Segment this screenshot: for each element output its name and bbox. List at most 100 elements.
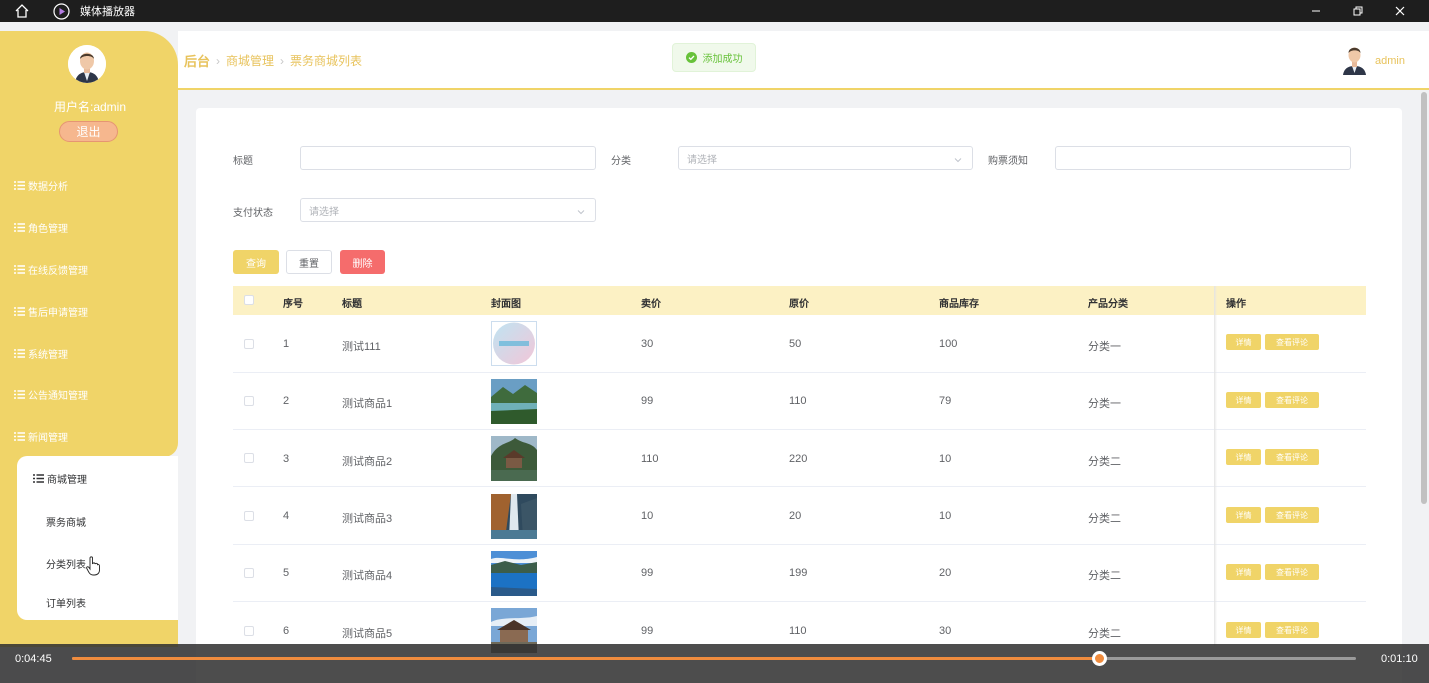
pay-status-select[interactable]: 请选择	[300, 198, 596, 222]
row-category: 分类二	[1088, 456, 1121, 468]
row-title: 测试商品2	[342, 456, 393, 468]
row-category: 分类二	[1088, 570, 1121, 582]
sidebar-item-roles[interactable]: 角色管理	[14, 219, 68, 235]
seek-bar[interactable]	[72, 651, 1356, 666]
hand-cursor-icon	[86, 556, 100, 576]
detail-button[interactable]: 详情	[1226, 564, 1261, 580]
view-comments-button[interactable]: 查看评论	[1265, 334, 1319, 350]
column-header-title: 标题	[342, 299, 362, 310]
sidebar-item-data-analysis[interactable]: 数据分析	[14, 177, 68, 193]
detail-button[interactable]: 详情	[1226, 392, 1261, 408]
sidebar-item-after-sales[interactable]: 售后申请管理	[14, 303, 88, 319]
sidebar-item-ticket-shop[interactable]: 票务商城	[46, 514, 86, 529]
sidebar-item-feedback[interactable]: 在线反馈管理	[14, 261, 88, 277]
category-select-placeholder: 请选择	[687, 154, 717, 166]
row-cover-image[interactable]	[491, 494, 537, 539]
breadcrumb-current: 票务商城列表	[290, 54, 363, 68]
list-icon	[14, 306, 25, 316]
restore-icon[interactable]	[1337, 0, 1379, 22]
detail-button[interactable]: 详情	[1226, 334, 1261, 350]
list-icon	[14, 431, 25, 441]
row-stock: 10	[939, 453, 952, 465]
row-checkbox[interactable]	[244, 453, 254, 463]
row-cover-image[interactable]	[491, 321, 537, 366]
row-divider	[233, 486, 1366, 487]
row-checkbox[interactable]	[244, 511, 254, 521]
view-comments-button[interactable]: 查看评论	[1265, 622, 1319, 638]
sidebar-item-category-list[interactable]: 分类列表	[46, 556, 86, 571]
row-original-price: 50	[789, 338, 802, 350]
column-header-cover: 封面图	[491, 299, 521, 310]
row-original-price: 110	[789, 625, 807, 637]
header-avatar[interactable]	[1341, 44, 1368, 75]
admin-name[interactable]: admin	[1375, 55, 1405, 67]
view-comments-button[interactable]: 查看评论	[1265, 564, 1319, 580]
view-comments-button[interactable]: 查看评论	[1265, 449, 1319, 465]
row-category: 分类一	[1088, 398, 1121, 410]
row-checkbox[interactable]	[244, 396, 254, 406]
row-cover-image[interactable]	[491, 379, 537, 424]
row-checkbox[interactable]	[244, 568, 254, 578]
row-original-price: 20	[789, 510, 802, 522]
home-icon[interactable]	[14, 3, 30, 19]
breadcrumb-shop[interactable]: 商城管理	[226, 52, 274, 69]
chevron-down-icon	[954, 155, 962, 163]
sidebar-item-system[interactable]: 系统管理	[14, 345, 68, 361]
sidebar-group-label: 商城管理	[47, 475, 87, 486]
list-icon	[14, 222, 25, 232]
column-header-price: 卖价	[641, 299, 661, 310]
row-no: 1	[283, 338, 290, 350]
row-title: 测试商品1	[342, 398, 393, 410]
sidebar-item-notices[interactable]: 公告通知管理	[14, 386, 88, 402]
detail-button[interactable]: 详情	[1226, 622, 1261, 638]
reset-button[interactable]: 重置	[286, 250, 332, 274]
query-button[interactable]: 查询	[233, 250, 279, 274]
check-circle-icon	[685, 52, 697, 63]
logout-button[interactable]: 退出	[59, 121, 118, 142]
row-price: 110	[641, 453, 659, 465]
row-checkbox[interactable]	[244, 626, 254, 636]
column-header-original-price: 原价	[789, 299, 809, 310]
row-checkbox[interactable]	[244, 339, 254, 349]
sidebar-item-news[interactable]: 新闻管理	[14, 428, 68, 444]
detail-button[interactable]: 详情	[1226, 449, 1261, 465]
sidebar-item-label: 新闻管理	[28, 432, 68, 444]
window-controls	[1295, 0, 1421, 22]
row-stock: 100	[939, 338, 958, 350]
notice-input[interactable]	[1055, 146, 1351, 170]
page-scrollbar[interactable]	[1421, 92, 1427, 504]
delete-button[interactable]: 删除	[340, 250, 385, 274]
row-divider	[233, 372, 1366, 373]
sidebar-item-label: 在线反馈管理	[28, 265, 88, 277]
close-icon[interactable]	[1379, 0, 1421, 22]
minimize-icon[interactable]	[1295, 0, 1337, 22]
title-input[interactable]	[300, 146, 596, 170]
column-header-actions: 操作	[1226, 299, 1246, 310]
view-comments-button[interactable]: 查看评论	[1265, 392, 1319, 408]
breadcrumb-home[interactable]: 后台	[184, 51, 210, 70]
row-stock: 30	[939, 625, 952, 637]
select-all-checkbox[interactable]	[244, 295, 254, 305]
notice-filter-label: 购票须知	[988, 156, 1028, 167]
row-cover-image[interactable]	[491, 436, 537, 481]
row-no: 3	[283, 453, 290, 465]
remaining-time: 0:01:10	[1381, 653, 1418, 665]
detail-button[interactable]: 详情	[1226, 507, 1261, 523]
row-title: 测试商品4	[342, 570, 393, 582]
sidebar-group-shop[interactable]: 商城管理	[33, 471, 87, 486]
row-divider	[233, 601, 1366, 602]
sidebar-item-label: 售后申请管理	[28, 307, 88, 319]
row-price: 99	[641, 567, 654, 579]
row-price: 10	[641, 510, 654, 522]
top-header	[178, 31, 1429, 89]
category-select[interactable]: 请选择	[678, 146, 973, 170]
list-icon	[14, 264, 25, 274]
media-player-bar	[0, 644, 1429, 683]
pay-status-placeholder: 请选择	[309, 206, 339, 218]
row-price: 99	[641, 395, 654, 407]
toast-text: 添加成功	[702, 54, 743, 65]
elapsed-time: 0:04:45	[15, 653, 52, 665]
row-cover-image[interactable]	[491, 551, 537, 596]
sidebar-item-order-list[interactable]: 订单列表	[46, 595, 86, 610]
view-comments-button[interactable]: 查看评论	[1265, 507, 1319, 523]
